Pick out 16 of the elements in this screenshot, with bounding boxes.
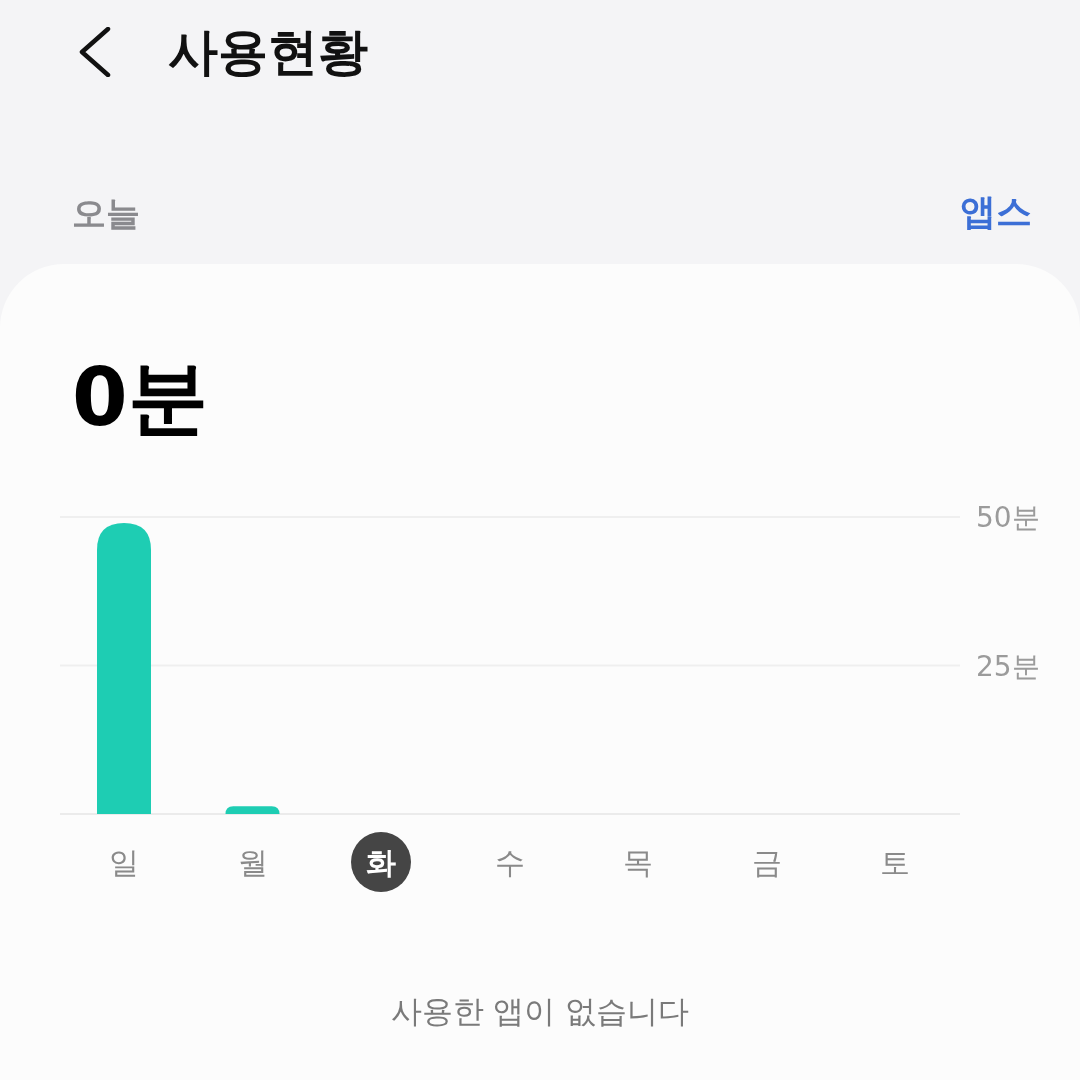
axis-label: 25분 [976,649,1040,683]
day-tab[interactable]: 수 [494,845,525,880]
day-tab[interactable]: 목 [623,845,653,880]
bar [225,806,280,814]
day-tab[interactable]: 토 [880,845,910,880]
day-tab[interactable]: 화 [351,832,411,892]
axis-label: 50분 [976,501,1040,534]
day-tab[interactable]: 금 [751,845,782,880]
total-usage-time: 0분 [72,351,208,444]
page-title: 사용현황 [168,27,368,77]
apps-link[interactable]: 앱스 [960,194,1032,230]
period-label: 오늘 [72,196,140,230]
empty-message: 사용한 앱이 없습니다 [390,996,690,1027]
x-tick-label: 화 [366,845,396,880]
day-tab[interactable]: 월 [237,845,268,880]
day-tab[interactable]: 일 [109,845,139,880]
